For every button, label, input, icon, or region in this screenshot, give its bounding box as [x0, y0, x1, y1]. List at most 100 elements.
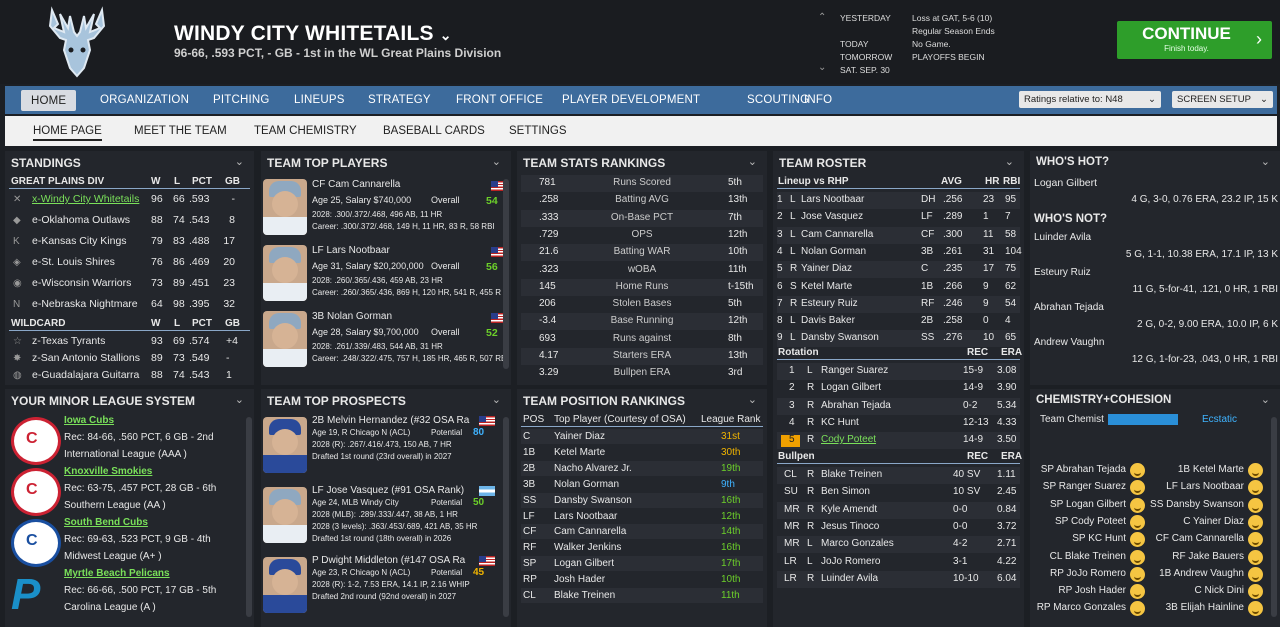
- chem-player-left[interactable]: SP Cody Poteet: [1055, 516, 1126, 527]
- continue-button[interactable]: CONTINUE Finish today. ›: [1117, 21, 1272, 59]
- position-player[interactable]: Nolan Gorman: [554, 479, 619, 490]
- nav-home[interactable]: HOME: [21, 90, 77, 111]
- prospect-photo[interactable]: [263, 487, 307, 543]
- rotation-player-name[interactable]: KC Hunt: [821, 417, 859, 428]
- chem-player-right[interactable]: RF Jake Bauers: [1172, 551, 1244, 562]
- standings-team[interactable]: e-Nebraska Nightmare: [32, 298, 138, 310]
- position-player[interactable]: Nacho Alvarez Jr.: [554, 463, 632, 474]
- lineup-player-name[interactable]: Lars Nootbaar: [801, 194, 864, 205]
- chem-player-left[interactable]: RP Marco Gonzales: [1037, 602, 1126, 613]
- chem-player-left[interactable]: RP JoJo Romero: [1050, 568, 1126, 579]
- nav-lineups[interactable]: LINEUPS: [294, 94, 345, 106]
- player-name[interactable]: 3B Nolan Gorman: [312, 311, 392, 322]
- bullpen-player-name[interactable]: Ben Simon: [821, 486, 870, 497]
- rotation-player-name[interactable]: Cody Poteet: [821, 434, 876, 445]
- subnav-baseball-cards[interactable]: BASEBALL CARDS: [383, 125, 485, 137]
- position-player[interactable]: Blake Treinen: [554, 590, 615, 601]
- minor-team-name[interactable]: South Bend Cubs: [64, 517, 148, 528]
- lineup-player-name[interactable]: Ketel Marte: [801, 281, 852, 292]
- position-player[interactable]: Ketel Marte: [554, 447, 605, 458]
- minor-team-name[interactable]: Myrtle Beach Pelicans: [64, 568, 170, 579]
- down-arrow-icon[interactable]: ⌄: [818, 61, 826, 74]
- bullpen-player-name[interactable]: Blake Treinen: [821, 469, 882, 480]
- bullpen-player-name[interactable]: Kyle Amendt: [821, 504, 877, 515]
- chem-player-right[interactable]: C Yainer Diaz: [1183, 516, 1244, 527]
- lineup-player-name[interactable]: Davis Baker: [801, 315, 855, 326]
- player-photo[interactable]: [263, 245, 307, 301]
- nav-pitching[interactable]: PITCHING: [213, 94, 270, 106]
- subnav-meet-the-team[interactable]: MEET THE TEAM: [134, 125, 227, 137]
- chem-player-right[interactable]: 1B Andrew Vaughn: [1159, 568, 1244, 579]
- scrollbar[interactable]: [503, 417, 509, 617]
- chem-player-right[interactable]: LF Lars Nootbaar: [1166, 481, 1244, 492]
- lineup-player-name[interactable]: Nolan Gorman: [801, 246, 866, 257]
- lineup-player-name[interactable]: Yainer Diaz: [801, 263, 852, 274]
- wildcard-team[interactable]: e-Guadalajara Guitarra: [32, 369, 139, 381]
- subnav-team-chemistry[interactable]: TEAM CHEMISTRY: [254, 125, 357, 137]
- player-name[interactable]: LF Lars Nootbaar: [312, 245, 390, 256]
- rotation-player-name[interactable]: Ranger Suarez: [821, 365, 888, 376]
- not-player[interactable]: Abrahan Tejada: [1034, 302, 1104, 313]
- chem-player-right[interactable]: 3B Elijah Hainline: [1166, 602, 1244, 613]
- standings-team[interactable]: e-Kansas City Kings: [32, 235, 127, 247]
- chem-player-right[interactable]: CF Cam Cannarella: [1156, 533, 1244, 544]
- wildcard-team[interactable]: z-Texas Tyrants: [32, 335, 105, 347]
- scrollbar[interactable]: [246, 417, 252, 617]
- chem-player-left[interactable]: SP Ranger Suarez: [1043, 481, 1126, 492]
- chem-player-left[interactable]: CL Blake Treinen: [1050, 551, 1126, 562]
- standings-team[interactable]: e-Wisconsin Warriors: [32, 277, 131, 289]
- nav-scouting[interactable]: SCOUTING: [747, 94, 809, 106]
- wildcard-team[interactable]: z-San Antonio Stallions: [32, 352, 140, 364]
- position-player[interactable]: Walker Jenkins: [554, 542, 621, 553]
- player-photo[interactable]: [263, 311, 307, 367]
- hot-player[interactable]: Logan Gilbert: [1034, 177, 1097, 189]
- chem-player-left[interactable]: SP Logan Gilbert: [1050, 499, 1126, 510]
- prospect-name[interactable]: P Dwight Middleton (#147 OSA Ra: [312, 555, 482, 566]
- chem-player-left[interactable]: SP KC Hunt: [1072, 533, 1126, 544]
- chem-player-right[interactable]: C Nick Dini: [1195, 585, 1244, 596]
- player-name[interactable]: CF Cam Cannarella: [312, 179, 400, 190]
- lineup-player-name[interactable]: Jose Vasquez: [801, 211, 863, 222]
- prospect-name[interactable]: LF Jose Vasquez (#91 OSA Rank): [312, 485, 482, 496]
- player-photo[interactable]: [263, 179, 307, 235]
- nav-strategy[interactable]: STRATEGY: [368, 94, 431, 106]
- chevron-down-icon[interactable]: ⌄: [748, 155, 757, 168]
- bullpen-player-name[interactable]: Marco Gonzales: [821, 538, 894, 549]
- subnav-home-page[interactable]: HOME PAGE: [33, 125, 102, 141]
- chevron-down-icon[interactable]: ⌄: [235, 155, 244, 168]
- subnav-settings[interactable]: SETTINGS: [509, 125, 567, 137]
- chem-player-right[interactable]: SS Dansby Swanson: [1150, 499, 1244, 510]
- team-name-dropdown[interactable]: WINDY CITY WHITETAILS ⌄: [174, 22, 452, 46]
- chevron-down-icon[interactable]: ⌄: [1261, 155, 1270, 168]
- minor-team-logo[interactable]: C: [11, 417, 61, 465]
- chevron-down-icon[interactable]: ⌄: [1005, 155, 1014, 168]
- chem-player-left[interactable]: SP Abrahan Tejada: [1041, 464, 1126, 475]
- position-player[interactable]: Dansby Swanson: [554, 495, 632, 506]
- ratings-select[interactable]: Ratings relative to: N48 ⌄: [1019, 91, 1161, 108]
- yesterday-result[interactable]: Loss at GAT, 5-6 (10): [912, 12, 992, 25]
- standings-team[interactable]: x-Windy City Whitetails: [32, 193, 139, 205]
- standings-team[interactable]: e-St. Louis Shires: [32, 256, 115, 268]
- chem-player-left[interactable]: RP Josh Hader: [1058, 585, 1126, 596]
- minor-team-name[interactable]: Iowa Cubs: [64, 415, 114, 426]
- nav-player-development[interactable]: PLAYER DEVELOPMENT: [562, 94, 700, 106]
- bullpen-player-name[interactable]: Luinder Avila: [821, 573, 878, 584]
- prospect-photo[interactable]: [263, 557, 307, 613]
- not-player[interactable]: Andrew Vaughn: [1034, 337, 1104, 348]
- position-player[interactable]: Cam Cannarella: [554, 526, 626, 537]
- standings-team[interactable]: e-Oklahoma Outlaws: [32, 214, 130, 226]
- minor-team-logo[interactable]: C: [11, 468, 61, 516]
- scrollbar[interactable]: [503, 179, 509, 369]
- not-player[interactable]: Luinder Avila: [1034, 232, 1091, 243]
- position-player[interactable]: Logan Gilbert: [554, 558, 614, 569]
- prospect-name[interactable]: 2B Melvin Hernandez (#32 OSA Ra: [312, 415, 482, 426]
- nav-info[interactable]: INFO: [804, 94, 832, 106]
- prospect-photo[interactable]: [263, 417, 307, 473]
- chevron-down-icon[interactable]: ⌄: [492, 393, 501, 406]
- lineup-player-name[interactable]: Dansby Swanson: [801, 332, 879, 343]
- rotation-player-name[interactable]: Logan Gilbert: [821, 382, 881, 393]
- chevron-down-icon[interactable]: ⌄: [492, 155, 501, 168]
- scrollbar[interactable]: [1271, 417, 1277, 617]
- position-player[interactable]: Lars Nootbaar: [554, 511, 617, 522]
- minor-team-name[interactable]: Knoxville Smokies: [64, 466, 152, 477]
